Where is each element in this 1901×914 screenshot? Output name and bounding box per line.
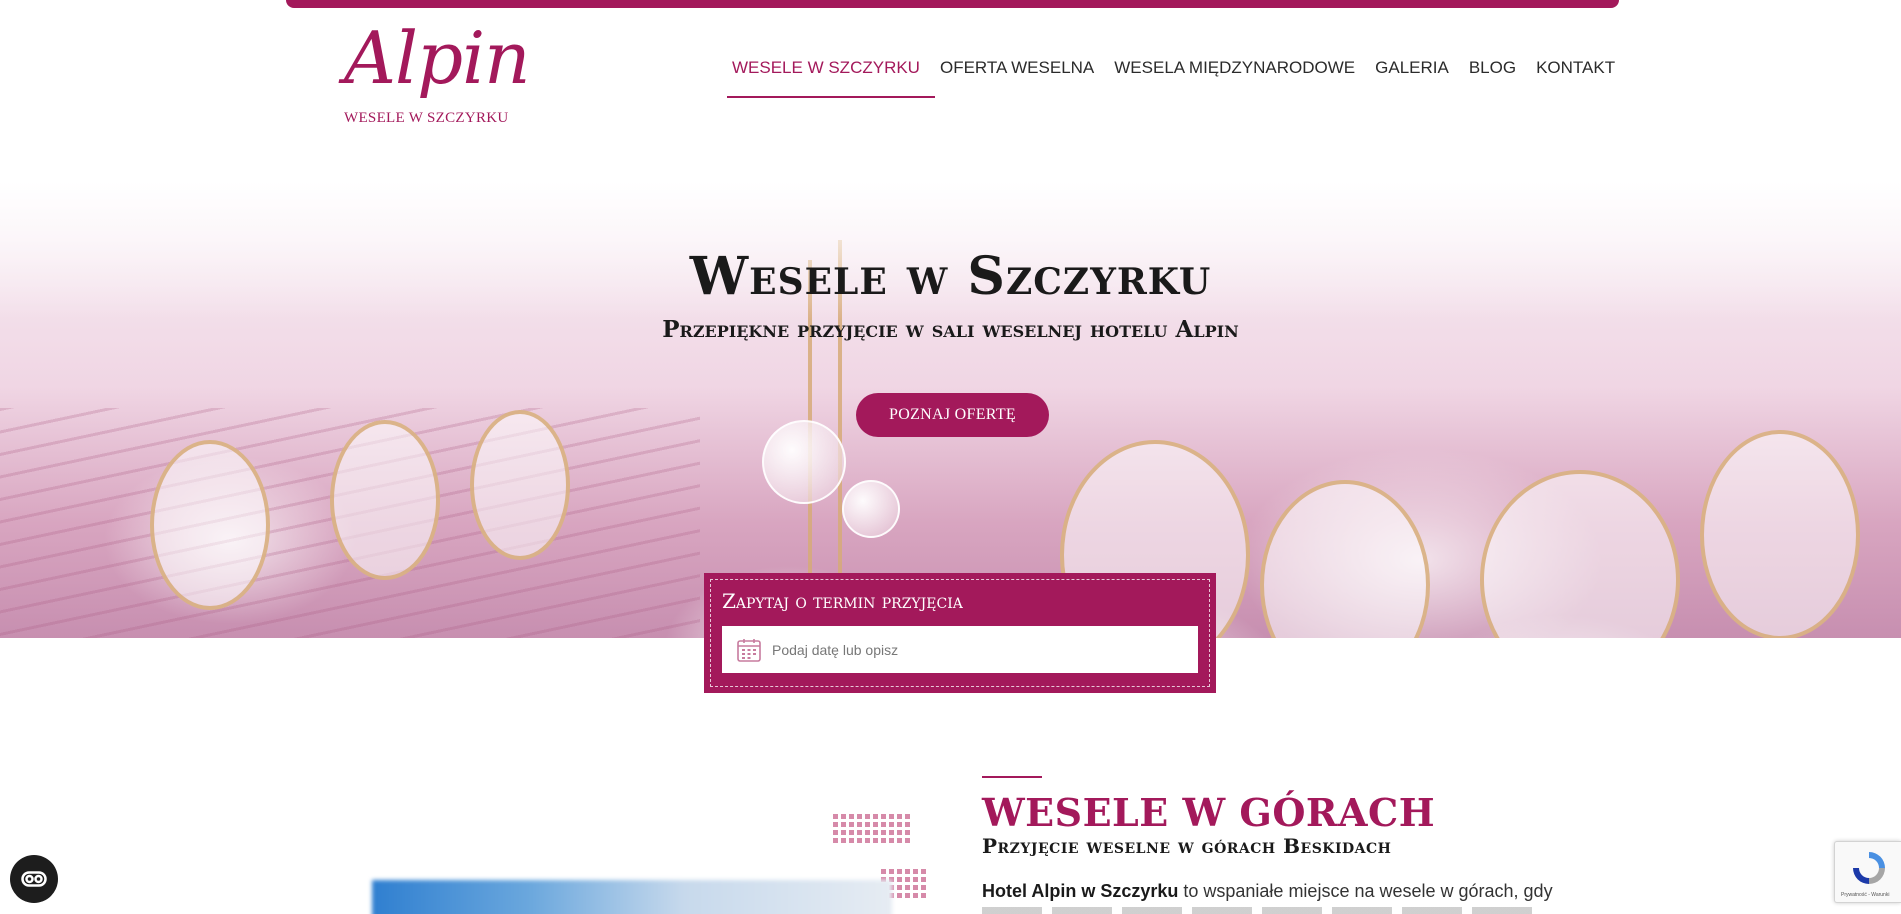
decorative-dot bbox=[873, 838, 878, 843]
decorative-dot bbox=[881, 822, 886, 827]
decorative-dot bbox=[833, 838, 838, 843]
decorative-dot bbox=[889, 814, 894, 819]
decorative-dot bbox=[913, 893, 918, 898]
section-paragraph: Hotel Alpin w Szczyrku to wspaniałe miej… bbox=[982, 881, 1553, 902]
decorative-dot bbox=[897, 838, 902, 843]
decorative-dot bbox=[857, 814, 862, 819]
decorative-dot bbox=[841, 814, 846, 819]
logo-subtitle: WESELE W SZCZYRKU bbox=[344, 110, 509, 126]
decorative-dot bbox=[897, 885, 902, 890]
section-image bbox=[372, 880, 892, 914]
decorative-dot bbox=[921, 885, 926, 890]
decorative-dot bbox=[881, 814, 886, 819]
decorative-dot bbox=[857, 830, 862, 835]
section-subtitle: Przyjęcie weselne w górach Beskidach bbox=[982, 834, 1392, 858]
inquiry-date-input[interactable] bbox=[772, 641, 1172, 658]
hero-chair bbox=[1700, 430, 1860, 638]
logo-script-text: Alpin bbox=[344, 16, 531, 100]
nav-item-wesele-w-szczyrku[interactable]: WESELE W SZCZYRKU bbox=[727, 56, 935, 98]
decorative-dot bbox=[905, 822, 910, 827]
accessibility-icon bbox=[21, 871, 47, 887]
decorative-dot bbox=[913, 877, 918, 882]
hero-chair bbox=[150, 440, 270, 610]
decorative-dot bbox=[897, 814, 902, 819]
decorative-dot bbox=[849, 838, 854, 843]
decorative-dot bbox=[857, 822, 862, 827]
decorative-dot bbox=[905, 838, 910, 843]
decorative-dot bbox=[921, 893, 926, 898]
decorative-dot bbox=[833, 814, 838, 819]
hero-chair bbox=[330, 420, 440, 580]
inquiry-field[interactable] bbox=[722, 626, 1198, 673]
hero-glass-globe bbox=[842, 480, 900, 538]
decorative-dot bbox=[913, 869, 918, 874]
decorative-dot bbox=[905, 885, 910, 890]
hero-chair bbox=[1260, 480, 1430, 638]
decorative-dot bbox=[849, 822, 854, 827]
recaptcha-icon bbox=[1853, 852, 1885, 884]
nav-item-galeria[interactable]: GALERIA bbox=[1370, 56, 1464, 98]
decorative-dot bbox=[913, 885, 918, 890]
decorative-dot bbox=[897, 830, 902, 835]
decorative-dot bbox=[897, 822, 902, 827]
decorative-dot bbox=[865, 814, 870, 819]
inquiry-box: Zapytaj o termin przyjęcia bbox=[704, 573, 1216, 693]
decorative-dot bbox=[905, 893, 910, 898]
decorative-dot bbox=[841, 830, 846, 835]
nav-item-wesela-miedzynarodowe[interactable]: WESELA MIĘDZYNARODOWE bbox=[1109, 56, 1370, 98]
main-nav: WESELE W SZCZYRKU OFERTA WESELNA WESELA … bbox=[727, 56, 1630, 98]
inquiry-title: Zapytaj o termin przyjęcia bbox=[722, 589, 963, 613]
calendar-icon bbox=[737, 638, 761, 662]
decorative-dot bbox=[873, 814, 878, 819]
decorative-dot bbox=[865, 822, 870, 827]
decorative-dot bbox=[873, 822, 878, 827]
decorative-dot bbox=[881, 830, 886, 835]
decorative-dot bbox=[881, 869, 886, 874]
decorative-dot bbox=[841, 822, 846, 827]
section-paragraph-cutoff bbox=[982, 907, 1542, 914]
nav-item-oferta-weselna[interactable]: OFERTA WESELNA bbox=[935, 56, 1109, 98]
accessibility-button[interactable] bbox=[10, 855, 58, 903]
decorative-dot bbox=[873, 830, 878, 835]
hero-title: Wesele w Szczyrku bbox=[689, 246, 1212, 307]
decorative-dot bbox=[881, 838, 886, 843]
decorative-dot bbox=[905, 877, 910, 882]
hero-chair bbox=[1480, 470, 1680, 638]
decorative-dot bbox=[889, 822, 894, 827]
section-title: WESELE W GÓRACH bbox=[982, 790, 1436, 835]
poznaj-oferte-button[interactable]: POZNAJ OFERTĘ bbox=[856, 393, 1049, 437]
decorative-dot bbox=[921, 869, 926, 874]
section-paragraph-text: to wspaniałe miejsce na wesele w górach,… bbox=[1178, 881, 1553, 901]
decorative-dot bbox=[833, 822, 838, 827]
decorative-dot bbox=[905, 869, 910, 874]
section-title-line bbox=[982, 776, 1042, 778]
decorative-dot bbox=[833, 830, 838, 835]
recaptcha-text: Prywatność - Warunki bbox=[1841, 892, 1890, 898]
decorative-dot bbox=[897, 893, 902, 898]
hero-chair bbox=[470, 410, 570, 560]
decorative-dot bbox=[897, 869, 902, 874]
decorative-dot bbox=[865, 830, 870, 835]
decorative-dot bbox=[889, 838, 894, 843]
decorative-dot bbox=[897, 877, 902, 882]
hero-glass-globe bbox=[762, 420, 846, 504]
nav-item-kontakt[interactable]: KONTAKT bbox=[1531, 56, 1630, 98]
nav-item-blog[interactable]: BLOG bbox=[1464, 56, 1531, 98]
recaptcha-badge[interactable]: Prywatność - Warunki bbox=[1834, 841, 1901, 903]
decorative-dot bbox=[905, 814, 910, 819]
decorative-dot bbox=[865, 838, 870, 843]
decorative-dot bbox=[921, 877, 926, 882]
decorative-dot bbox=[849, 830, 854, 835]
top-accent-bar bbox=[286, 0, 1619, 8]
section-paragraph-bold: Hotel Alpin w Szczyrku bbox=[982, 881, 1179, 901]
site-logo[interactable]: Alpin WESELE W SZCZYRKU bbox=[344, 22, 531, 132]
decorative-dot-grid bbox=[833, 814, 910, 843]
decorative-dot bbox=[849, 814, 854, 819]
decorative-dot bbox=[905, 830, 910, 835]
decorative-dot bbox=[857, 838, 862, 843]
decorative-dot bbox=[841, 838, 846, 843]
decorative-dot bbox=[889, 869, 894, 874]
decorative-dot bbox=[889, 830, 894, 835]
hero-subtitle: Przepiękne przyjęcie w sali weselnej hot… bbox=[662, 316, 1239, 343]
